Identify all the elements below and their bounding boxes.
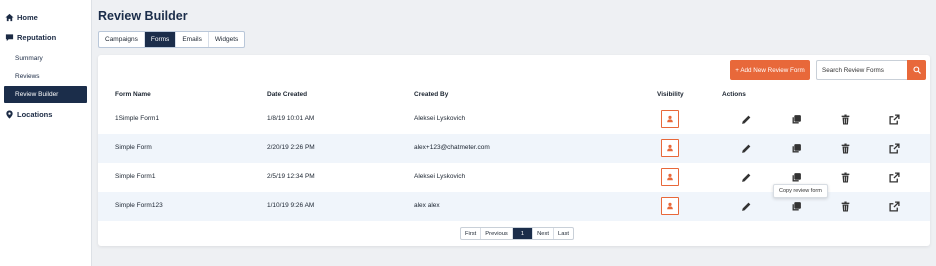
col-actions: Actions (722, 91, 746, 98)
visibility-toggle[interactable] (661, 168, 679, 186)
tab-widgets[interactable]: Widgets (209, 32, 244, 47)
nav-home-label: Home (17, 12, 38, 22)
copy-icon[interactable] (789, 112, 803, 126)
nav-locations[interactable]: Locations (0, 107, 91, 121)
col-visibility: Visibility (657, 91, 684, 98)
form-name[interactable]: Simple Form1 (115, 173, 155, 180)
copy-icon[interactable] (789, 141, 803, 155)
trash-icon[interactable] (838, 112, 852, 126)
nav-reputation[interactable]: Reputation (0, 30, 91, 44)
reputation-icon (5, 33, 14, 42)
copy-icon[interactable] (789, 199, 803, 213)
tab-forms[interactable]: Forms (144, 32, 177, 47)
tab-bar: Campaigns Forms Emails Widgets (98, 31, 246, 48)
page-title: Review Builder (98, 9, 188, 23)
form-name[interactable]: Simple Form (115, 144, 152, 151)
col-created-by: Created By (414, 91, 449, 98)
tab-campaigns[interactable]: Campaigns (99, 32, 145, 47)
sidebar-item-label: Summary (15, 55, 43, 62)
sidebar-item-review-builder[interactable]: Review Builder (4, 86, 87, 103)
tab-emails[interactable]: Emails (176, 32, 209, 47)
sidebar-item-label: Review Builder (15, 91, 59, 98)
nav-home[interactable]: Home (0, 10, 91, 24)
created-by: Aleksei Lyskovich (414, 115, 466, 122)
location-pin-icon (5, 109, 14, 119)
created-by: Aleksei Lyskovich (414, 173, 466, 180)
pagination: First Previous 1 Next Last (460, 227, 574, 240)
created-by: alex alex (414, 202, 440, 209)
col-date-created: Date Created (267, 91, 308, 98)
nav-reputation-label: Reputation (17, 32, 57, 42)
page-first[interactable]: First (461, 228, 482, 239)
sidebar-item-summary[interactable]: Summary (0, 50, 91, 67)
table-header: Form Name Date Created Created By Visibi… (98, 89, 930, 103)
edit-icon[interactable] (739, 141, 753, 155)
page-current[interactable]: 1 (512, 228, 534, 239)
created-by: alex+123@chatmeter.com (414, 144, 490, 151)
external-link-icon[interactable] (887, 112, 901, 126)
date-created: 1/8/19 10:01 AM (267, 115, 315, 122)
person-icon (667, 144, 673, 152)
trash-icon[interactable] (838, 199, 852, 213)
edit-icon[interactable] (739, 112, 753, 126)
home-icon (5, 13, 14, 22)
form-name[interactable]: 1Simple Form1 (115, 115, 159, 122)
forms-card: + Add New Review Form Form Name Date Cre… (98, 55, 930, 246)
table-row: Simple Form 2/20/19 2:26 PM alex+123@cha… (98, 134, 930, 163)
external-link-icon[interactable] (887, 141, 901, 155)
copy-icon[interactable] (789, 170, 803, 184)
page-last[interactable]: Last (554, 228, 573, 239)
person-icon (667, 202, 673, 210)
add-review-form-button[interactable]: + Add New Review Form (730, 60, 810, 80)
search-input[interactable] (816, 60, 908, 80)
edit-icon[interactable] (739, 199, 753, 213)
edit-icon[interactable] (739, 170, 753, 184)
sidebar-item-label: Reviews (15, 73, 40, 80)
date-created: 2/20/19 2:26 PM (267, 144, 315, 151)
table-row: 1Simple Form1 1/8/19 10:01 AM Aleksei Ly… (98, 105, 930, 134)
trash-icon[interactable] (838, 141, 852, 155)
visibility-toggle[interactable] (661, 139, 679, 157)
person-icon (667, 173, 673, 181)
date-created: 2/5/19 12:34 PM (267, 173, 315, 180)
search-button[interactable] (907, 60, 926, 80)
trash-icon[interactable] (838, 170, 852, 184)
sidebar-item-reviews[interactable]: Reviews (0, 68, 91, 85)
external-link-icon[interactable] (887, 170, 901, 184)
search-icon (912, 61, 921, 79)
nav-locations-label: Locations (17, 109, 53, 119)
external-link-icon[interactable] (887, 199, 901, 213)
page-next[interactable]: Next (533, 228, 554, 239)
date-created: 1/10/19 9:26 AM (267, 202, 315, 209)
person-icon (667, 115, 673, 123)
copy-tooltip: Copy review form (773, 184, 828, 198)
visibility-toggle[interactable] (661, 197, 679, 215)
form-name[interactable]: Simple Form123 (115, 202, 163, 209)
visibility-toggle[interactable] (661, 110, 679, 128)
page-previous[interactable]: Previous (481, 228, 513, 239)
sidebar: Home Reputation Summary Reviews Review B… (0, 0, 92, 266)
col-form-name: Form Name (115, 91, 151, 98)
